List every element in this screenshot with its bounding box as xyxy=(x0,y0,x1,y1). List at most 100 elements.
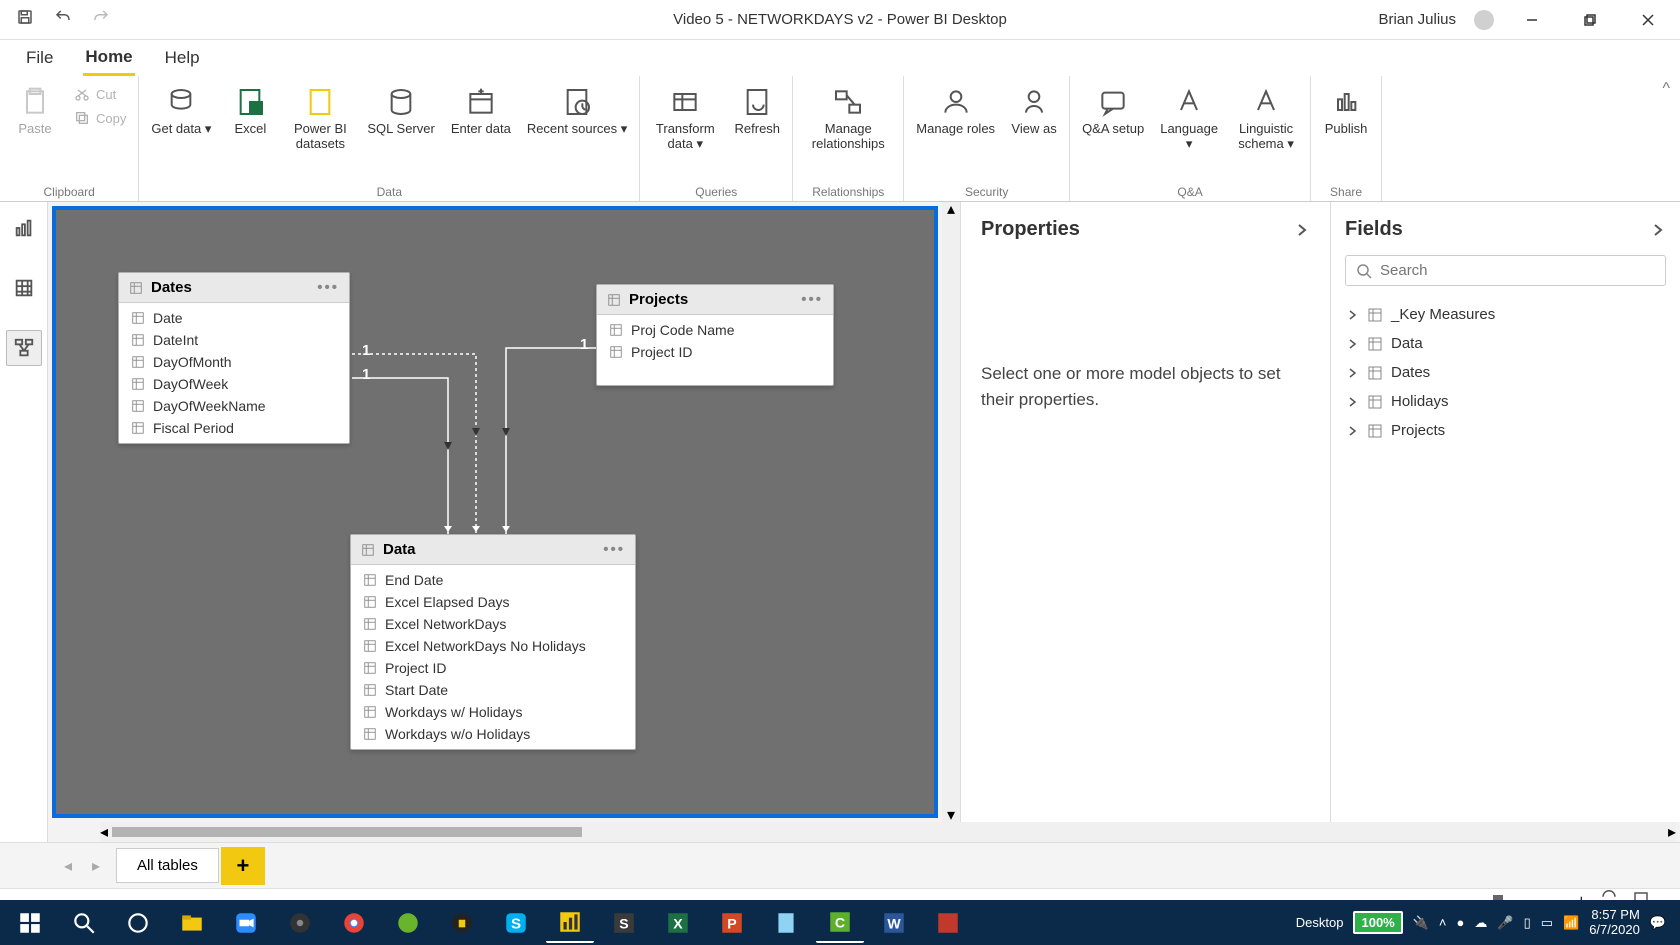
qna-setup-button[interactable]: Q&A setup xyxy=(1078,80,1148,137)
desktop-toolbar[interactable]: Desktop xyxy=(1296,915,1344,930)
table-field[interactable]: Excel Elapsed Days xyxy=(351,591,635,613)
properties-header[interactable]: Properties xyxy=(981,218,1310,241)
save-icon[interactable] xyxy=(16,8,34,31)
battery-icon[interactable]: ▭ xyxy=(1541,915,1553,931)
table-field[interactable]: Excel NetworkDays No Holidays xyxy=(351,635,635,657)
usb-icon[interactable]: ▯ xyxy=(1524,915,1531,931)
battery-status[interactable]: 100% xyxy=(1353,911,1402,934)
table-card-data[interactable]: Data••• End DateExcel Elapsed DaysExcel … xyxy=(350,534,636,750)
tab-file[interactable]: File xyxy=(24,42,55,74)
powerpoint-icon[interactable]: P xyxy=(708,903,756,943)
pbi-datasets-button[interactable]: Power BI datasets xyxy=(285,80,355,152)
model-canvas[interactable]: Dates••• DateDateIntDayOfMonthDayOfWeekD… xyxy=(52,206,938,818)
publish-button[interactable]: Publish xyxy=(1319,80,1373,137)
vpn-icon[interactable] xyxy=(438,903,486,943)
excel-taskbar-icon[interactable]: X xyxy=(654,903,702,943)
paste-button[interactable]: Paste xyxy=(8,80,62,137)
table-field[interactable]: End Date xyxy=(351,569,635,591)
power-icon[interactable]: 🔌 xyxy=(1413,915,1429,931)
fields-header[interactable]: Fields xyxy=(1345,218,1666,241)
table-field[interactable]: Project ID xyxy=(351,657,635,679)
table-field[interactable]: Excel NetworkDays xyxy=(351,613,635,635)
powerbi-taskbar-icon[interactable] xyxy=(546,903,594,943)
excel-button[interactable]: Excel xyxy=(223,80,277,137)
table-field[interactable]: DayOfMonth xyxy=(119,351,349,373)
table-field[interactable]: Date xyxy=(119,307,349,329)
skype-icon[interactable]: S xyxy=(492,903,540,943)
clock[interactable]: 8:57 PM 6/7/2020 xyxy=(1589,908,1640,938)
sql-server-button[interactable]: SQL Server xyxy=(363,80,438,137)
table-menu-icon[interactable]: ••• xyxy=(801,291,823,308)
camtasia-icon[interactable]: C xyxy=(816,903,864,943)
redo-icon[interactable] xyxy=(92,8,110,31)
transform-data-button[interactable]: Transform data ▾ xyxy=(648,80,722,152)
linguistic-schema-button[interactable]: Linguistic schema ▾ xyxy=(1230,80,1302,152)
fields-table-item[interactable]: _Key Measures xyxy=(1345,300,1666,329)
copy-button[interactable]: Copy xyxy=(70,108,130,128)
close-button[interactable] xyxy=(1628,4,1668,36)
horizontal-scrollbar[interactable]: ◂▸ xyxy=(100,822,1676,842)
tab-home[interactable]: Home xyxy=(83,41,134,76)
table-card-dates[interactable]: Dates••• DateDateIntDayOfMonthDayOfWeekD… xyxy=(118,272,350,444)
table-menu-icon[interactable]: ••• xyxy=(603,541,625,558)
table-field[interactable]: DayOfWeek xyxy=(119,373,349,395)
fields-table-item[interactable]: Dates xyxy=(1345,358,1666,387)
word-icon[interactable]: W xyxy=(870,903,918,943)
table-field[interactable]: Project ID xyxy=(597,341,833,363)
snagit-icon[interactable]: S xyxy=(600,903,648,943)
table-field[interactable]: Fiscal Period xyxy=(119,417,349,439)
table-field[interactable]: Workdays w/ Holidays xyxy=(351,701,635,723)
maximize-button[interactable] xyxy=(1570,4,1610,36)
avatar[interactable] xyxy=(1474,10,1494,30)
minimize-button[interactable] xyxy=(1512,4,1552,36)
table-card-projects[interactable]: Projects••• Proj Code NameProject ID xyxy=(596,284,834,386)
cut-button[interactable]: Cut xyxy=(70,84,130,104)
fields-table-item[interactable]: Data xyxy=(1345,329,1666,358)
search-input[interactable] xyxy=(1380,262,1655,279)
view-as-button[interactable]: View as xyxy=(1007,80,1061,137)
recorder-icon[interactable] xyxy=(924,903,972,943)
file-explorer-icon[interactable] xyxy=(168,903,216,943)
language-button[interactable]: Language▾ xyxy=(1156,80,1222,152)
notepad-icon[interactable] xyxy=(762,903,810,943)
table-field[interactable]: Proj Code Name xyxy=(597,319,833,341)
mic-icon[interactable]: 🎤 xyxy=(1497,915,1513,931)
start-button[interactable] xyxy=(6,903,54,943)
notifications-icon[interactable]: 💬 xyxy=(1650,915,1666,931)
username[interactable]: Brian Julius xyxy=(1378,11,1456,28)
report-view-button[interactable] xyxy=(6,210,42,246)
fields-table-item[interactable]: Projects xyxy=(1345,416,1666,445)
tray-expand-icon[interactable]: ˄ xyxy=(1439,915,1447,930)
wifi-icon[interactable]: 📶 xyxy=(1563,915,1579,931)
tab-next-button[interactable]: ▸ xyxy=(82,848,110,884)
enter-data-button[interactable]: Enter data xyxy=(447,80,515,137)
table-field[interactable]: Start Date xyxy=(351,679,635,701)
get-data-button[interactable]: Get data ▾ xyxy=(147,80,215,137)
table-field[interactable]: Workdays w/o Holidays xyxy=(351,723,635,745)
tab-prev-button[interactable]: ◂ xyxy=(54,848,82,884)
fields-search[interactable] xyxy=(1345,255,1666,286)
chrome-icon[interactable] xyxy=(330,903,378,943)
dragon-icon[interactable] xyxy=(384,903,432,943)
cortana-icon[interactable] xyxy=(114,903,162,943)
search-button[interactable] xyxy=(60,903,108,943)
table-menu-icon[interactable]: ••• xyxy=(317,279,339,296)
undo-icon[interactable] xyxy=(54,8,72,31)
onedrive-icon[interactable]: ☁ xyxy=(1474,915,1487,931)
table-field[interactable]: DateInt xyxy=(119,329,349,351)
data-view-button[interactable] xyxy=(6,270,42,306)
manage-roles-button[interactable]: Manage roles xyxy=(912,80,999,137)
ribbon-collapse-icon[interactable]: ^ xyxy=(1652,76,1680,201)
refresh-button[interactable]: Refresh xyxy=(730,80,784,137)
model-view-button[interactable] xyxy=(6,330,42,366)
fields-table-item[interactable]: Holidays xyxy=(1345,387,1666,416)
media-player-icon[interactable] xyxy=(276,903,324,943)
tab-all-tables[interactable]: All tables xyxy=(116,848,219,883)
vertical-scrollbar[interactable]: ▴ ▾ xyxy=(942,202,960,822)
add-tab-button[interactable]: + xyxy=(221,847,265,885)
tab-help[interactable]: Help xyxy=(163,42,202,74)
tray-icon[interactable]: ● xyxy=(1457,915,1465,930)
table-field[interactable]: DayOfWeekName xyxy=(119,395,349,417)
manage-relationships-button[interactable]: Manage relationships xyxy=(801,80,895,152)
recent-sources-button[interactable]: Recent sources ▾ xyxy=(523,80,631,137)
